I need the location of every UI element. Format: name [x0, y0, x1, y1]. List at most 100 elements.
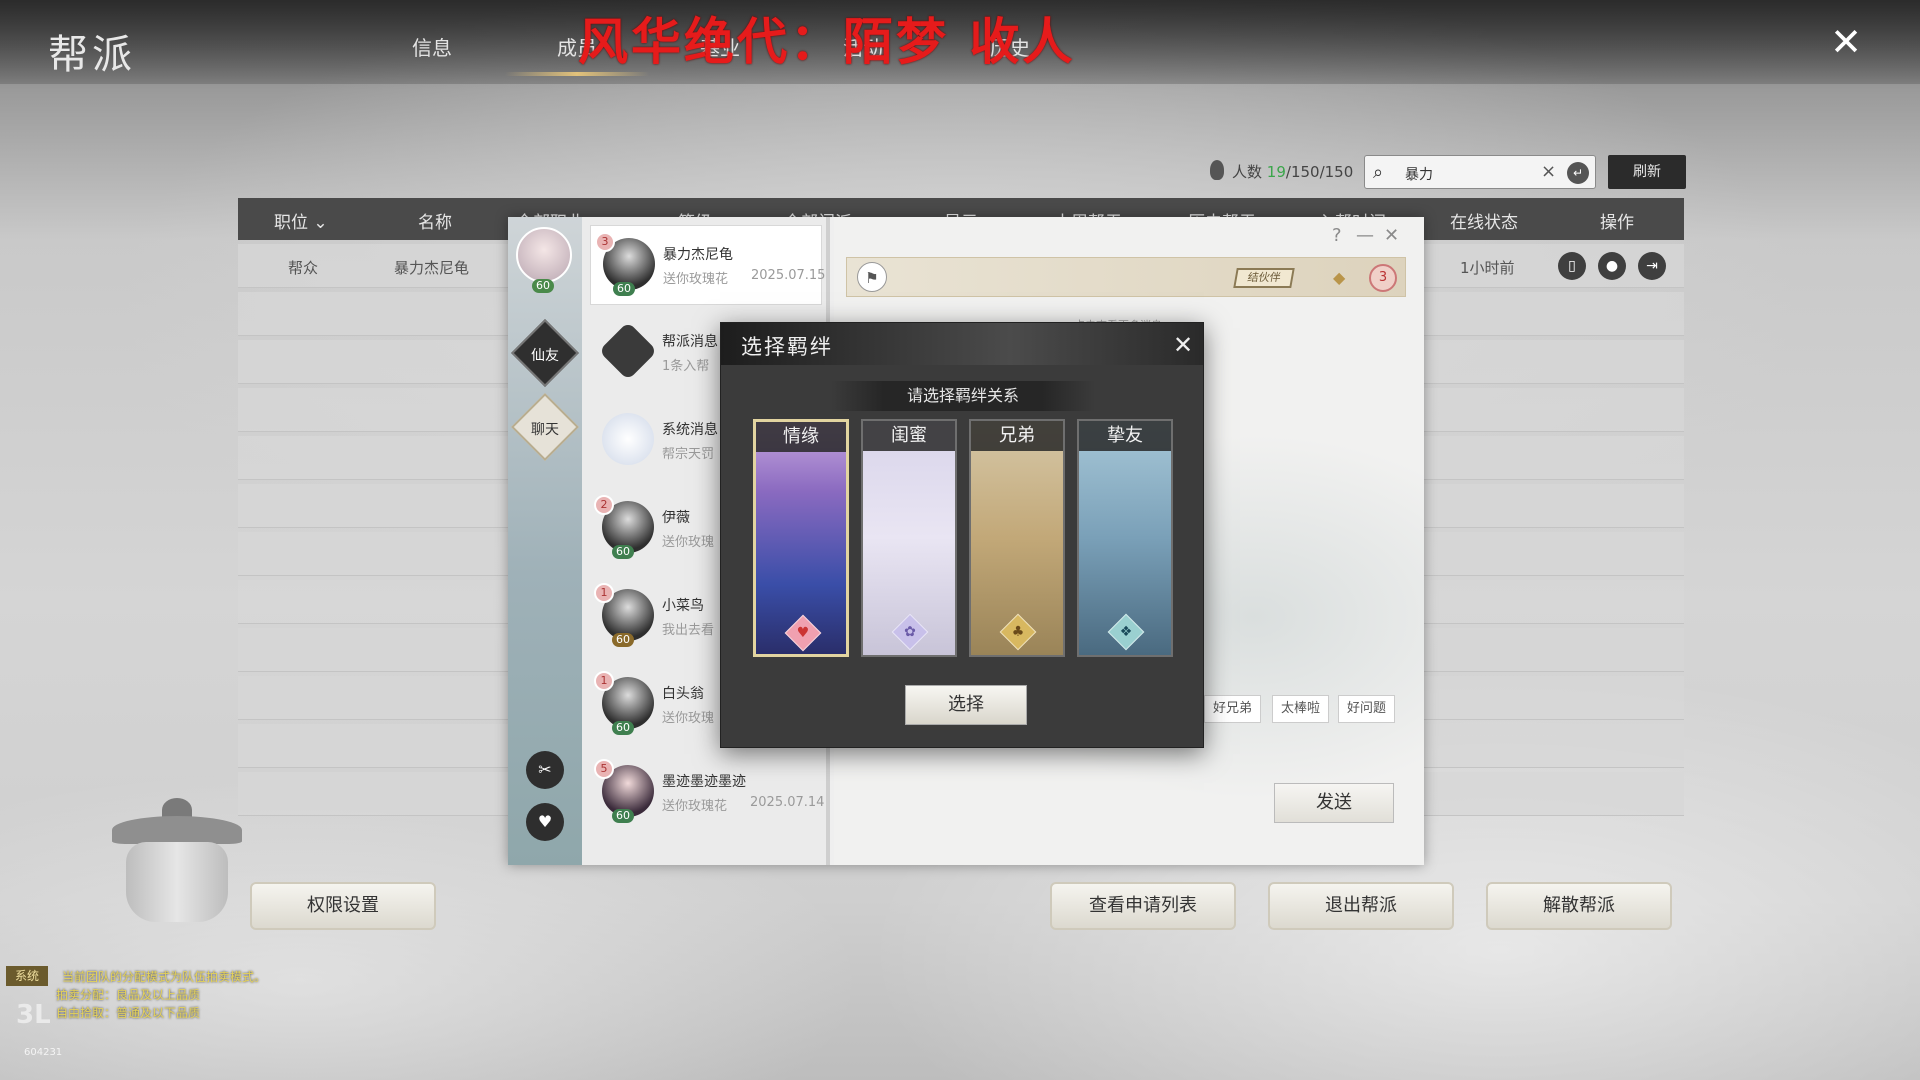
list-item[interactable]: 5 60 墨迹墨迹墨迹 送你玫瑰花 2025.07.14 — [590, 753, 825, 833]
flag-icon[interactable]: ⚑ — [857, 262, 887, 292]
profile-icon[interactable]: ● — [1598, 252, 1626, 280]
header-actions: 操作 — [1600, 213, 1634, 233]
level-badge: 60 — [612, 721, 634, 735]
close-icon[interactable]: ✕ — [1173, 331, 1193, 359]
bond-option-besties[interactable]: 闺蜜 ✿ — [861, 419, 957, 657]
notification-badge[interactable]: 3 — [1369, 264, 1397, 292]
search-input[interactable]: ⌕ 暴力 × ↵ — [1364, 155, 1596, 189]
contact-name: 暴力杰尼龟 — [663, 247, 733, 263]
view-applications-button[interactable]: 查看申请列表 — [1050, 882, 1236, 930]
bond-option-label: 闺蜜 — [863, 421, 955, 451]
leave-guild-button[interactable]: 退出帮派 — [1268, 882, 1454, 930]
chat-sidebar: 60 仙友 聊天 ✂ ♥ — [508, 217, 582, 865]
enter-icon[interactable]: ↵ — [1567, 162, 1589, 184]
member-count-icon — [1210, 160, 1224, 180]
cell-name: 暴力杰尼龟 — [394, 259, 470, 277]
tools-icon[interactable]: ✂ — [526, 751, 564, 789]
unread-badge: 3 — [595, 232, 615, 252]
self-level-badge: 60 — [532, 279, 554, 293]
partner-bar: ⚑ 结伙伴 ◆ 3 — [846, 257, 1406, 297]
heart-icon: ♥ — [784, 614, 822, 652]
refresh-button[interactable]: 刷新 — [1608, 155, 1686, 189]
system-log-line: 拍卖分配：良品及以上品质 — [56, 988, 201, 1002]
system-tag: 系统 — [6, 966, 48, 986]
stream-overlay-title: 风华绝代：陌梦 收人 — [578, 13, 1076, 71]
unread-badge: 1 — [594, 583, 614, 603]
dialog-title: 选择羁绊 — [741, 335, 833, 359]
page-title: 帮派 — [48, 32, 136, 78]
contact-name: 伊薇 — [662, 510, 690, 526]
bond-option-brothers[interactable]: 兄弟 ♣ — [969, 419, 1065, 657]
search-icon: ⌕ — [1373, 162, 1384, 183]
bond-option-label: 兄弟 — [971, 421, 1063, 451]
contact-preview: 我出去看 — [662, 623, 715, 638]
header-online-status[interactable]: 在线状态 — [1450, 208, 1518, 233]
knot-icon: ❖ — [1107, 613, 1145, 651]
partner-tag[interactable]: 结伙伴 — [1233, 268, 1295, 288]
cell-online: 1小时前 — [1460, 259, 1515, 277]
tab-info[interactable]: 信息 — [362, 32, 502, 61]
flower-icon: ✿ — [891, 613, 929, 651]
level-badge: 60 — [612, 545, 634, 559]
contact-date: 2025.07.15 — [751, 268, 826, 283]
contact-name: 白头翁 — [662, 686, 704, 702]
contact-name: 墨迹墨迹墨迹 — [662, 774, 746, 790]
bond-option-lovers[interactable]: 情缘 ♥ — [753, 419, 849, 657]
dialog-subtitle: 请选择羁绊关系 — [831, 381, 1095, 411]
header-position[interactable]: 职位 ⌄ — [274, 208, 328, 233]
kick-icon[interactable]: ⇥ — [1638, 252, 1666, 280]
bond-option-label: 挚友 — [1079, 421, 1171, 451]
list-item[interactable]: 3 60 暴力杰尼龟 送你玫瑰花 2025.07.15 — [590, 225, 826, 305]
contact-preview: 送你玫瑰花 — [662, 799, 728, 814]
system-log-line: 当前团队的分配模式为队伍拍卖模式。 — [62, 970, 267, 984]
watermark-logo: 3L — [16, 1000, 51, 1030]
contact-preview: 帮宗天罚 — [662, 447, 715, 462]
outfit-icon[interactable]: ♥ — [526, 803, 564, 841]
level-badge: 60 — [612, 633, 634, 647]
minimize-icon[interactable]: — — [1356, 225, 1374, 246]
unread-badge: 5 — [594, 759, 614, 779]
quick-reply[interactable]: 太棒啦 — [1272, 695, 1330, 723]
quick-reply[interactable]: 好兄弟 — [1204, 695, 1262, 723]
contact-preview: 送你玫瑰 — [662, 535, 715, 550]
permissions-button[interactable]: 权限设置 — [250, 882, 436, 930]
disband-guild-button[interactable]: 解散帮派 — [1486, 882, 1672, 930]
contact-preview: 送你玫瑰花 — [663, 272, 729, 287]
close-icon[interactable]: ✕ — [1826, 22, 1866, 62]
clover-icon: ♣ — [999, 613, 1037, 651]
contact-date: 2025.07.14 — [750, 795, 825, 810]
guild-icon — [598, 321, 658, 381]
header-name[interactable]: 名称 — [418, 208, 452, 233]
diamond-icon[interactable]: ◆ — [1333, 268, 1345, 287]
watermark-number: 604231 — [24, 1047, 63, 1058]
bond-option-friends[interactable]: 挚友 ❖ — [1077, 419, 1173, 657]
help-icon[interactable]: ? — [1332, 225, 1342, 246]
member-count: 人数 19/150/150 — [1232, 163, 1354, 181]
chat-button[interactable]: 聊天 — [511, 393, 579, 461]
stone-lantern-decoration — [112, 792, 242, 922]
send-button[interactable]: 发送 — [1274, 783, 1394, 823]
quick-reply[interactable]: 好问题 — [1338, 695, 1396, 723]
phone-icon[interactable]: ▯ — [1558, 252, 1586, 280]
level-badge: 60 — [613, 282, 635, 296]
system-log-line: 自由拾取：普通及以下品质 — [56, 1006, 201, 1020]
contact-name: 系统消息 — [662, 422, 718, 438]
contact-preview: 送你玫瑰 — [662, 711, 715, 726]
avatar[interactable] — [516, 227, 572, 283]
member-count-current: 19 — [1266, 163, 1286, 181]
unread-badge: 2 — [594, 495, 614, 515]
bond-option-label: 情缘 — [756, 422, 846, 452]
friends-button[interactable]: 仙友 — [511, 319, 579, 387]
system-icon — [602, 413, 654, 465]
contact-preview: 1条入帮 — [662, 359, 710, 374]
level-badge: 60 — [612, 809, 634, 823]
contact-name: 小菜鸟 — [662, 598, 704, 614]
select-button[interactable]: 选择 — [905, 685, 1027, 725]
clear-icon[interactable]: × — [1541, 161, 1556, 182]
close-icon[interactable]: ✕ — [1384, 225, 1399, 246]
contact-name: 帮派消息 — [662, 334, 718, 350]
unread-badge: 1 — [594, 671, 614, 691]
bond-dialog: 选择羁绊 ✕ 请选择羁绊关系 情缘 ♥ 闺蜜 ✿ 兄弟 ♣ 挚友 ❖ 选择 — [720, 322, 1204, 748]
cell-position: 帮众 — [288, 259, 319, 277]
search-value: 暴力 — [1405, 167, 1433, 183]
